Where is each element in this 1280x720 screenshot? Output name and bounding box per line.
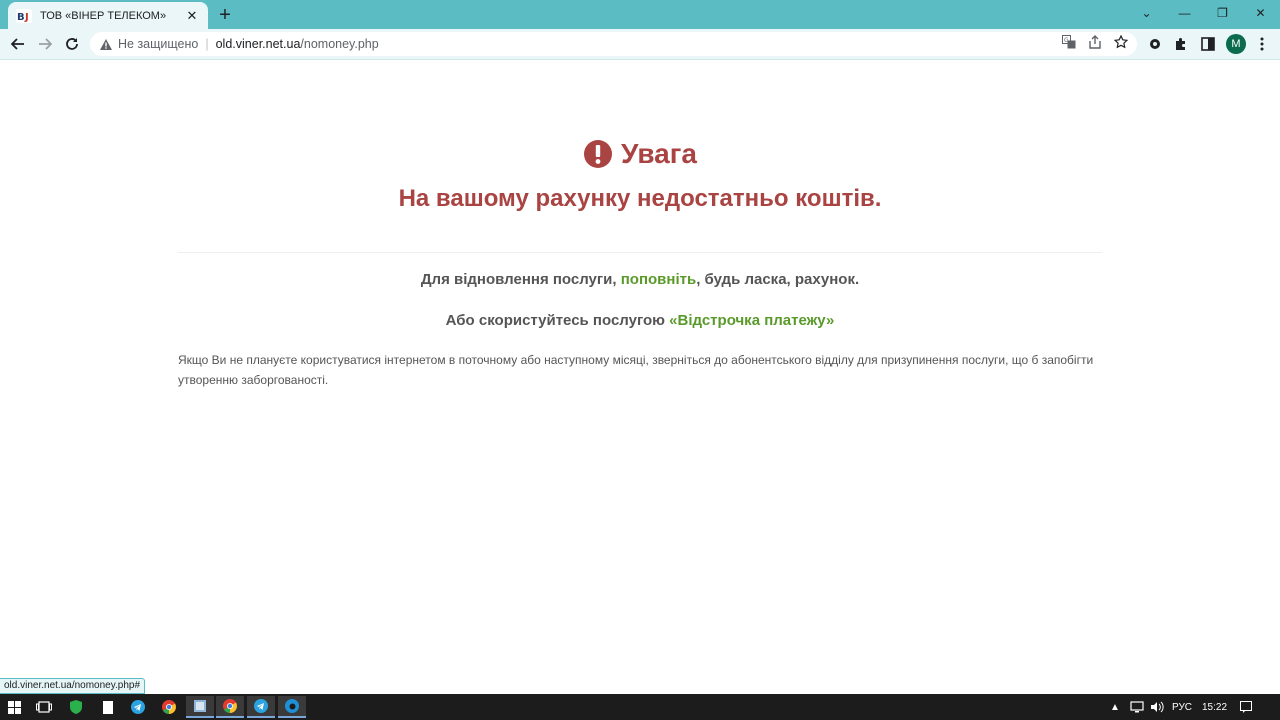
notifications-icon[interactable] [1240, 694, 1252, 720]
tab-title: ТОВ «ВІНЕР ТЕЛЕКОМ» [40, 9, 167, 22]
extensions-puzzle-icon[interactable] [1171, 34, 1191, 54]
minimize-button[interactable]: — [1166, 0, 1203, 26]
address-separator: | [205, 37, 209, 51]
volume-icon[interactable] [1150, 694, 1164, 720]
translate-icon[interactable]: G [1060, 33, 1078, 51]
shield-icon[interactable] [62, 696, 90, 718]
heading-text: Увага [620, 138, 697, 169]
warning-triangle-icon[interactable] [100, 38, 112, 50]
tab-strip: В J ТОВ «ВІНЕР ТЕЛЕКОМ» ✕ + ⌄ — ❐ ✕ [0, 0, 1280, 29]
insufficient-funds-message: На вашому рахунку недостатньо коштів. [398, 185, 882, 212]
tab-close-icon[interactable]: ✕ [184, 8, 200, 24]
tab-search-icon[interactable]: ⌄ [1128, 0, 1165, 26]
security-status-label[interactable]: Не защищено [118, 37, 198, 51]
top-up-text-before: Для відновлення послуги, [420, 271, 621, 288]
page-content: Увага На вашому рахунку недостатньо кошт… [0, 60, 1280, 694]
reload-icon [66, 38, 78, 50]
arrow-left-icon [11, 38, 24, 50]
browser-toolbar: Не защищено | old.viner.net.ua/nomoney.p… [0, 29, 1280, 59]
top-up-link[interactable]: поповніть [621, 271, 696, 288]
svg-text:J: J [24, 12, 29, 23]
tray-overflow-icon[interactable]: ▲ [1110, 694, 1120, 720]
close-window-button[interactable]: ✕ [1242, 0, 1279, 26]
profile-avatar[interactable]: M [1226, 34, 1246, 54]
site-favicon-icon: В J [16, 8, 32, 24]
chrome-window-icon[interactable] [216, 696, 244, 718]
svg-text:В: В [17, 12, 25, 23]
file-manager-icon[interactable] [186, 696, 214, 718]
edge-window-icon[interactable] [278, 696, 306, 718]
share-icon[interactable] [1086, 33, 1104, 51]
link-status-bar: old.viner.net.ua/nomoney.php# [0, 678, 146, 694]
forward-button[interactable] [33, 32, 57, 56]
telegram-window-icon[interactable] [247, 696, 275, 718]
deferred-payment-link[interactable]: «Відстрочка платежу» [669, 312, 834, 329]
top-up-instruction: Для відновлення послуги, поповніть, будь… [0, 271, 1280, 288]
maximize-button[interactable]: ❐ [1204, 0, 1241, 26]
bookmark-star-icon[interactable] [1112, 33, 1130, 51]
warning-heading: Увага [0, 138, 1280, 170]
deferred-payment-instruction: Або скористуйтесь послугою «Відстрочка п… [0, 312, 1280, 329]
address-bar[interactable]: Не защищено | old.viner.net.ua/nomoney.p… [90, 32, 1137, 56]
telegram-icon[interactable] [124, 696, 152, 718]
side-panel-icon[interactable] [1198, 34, 1218, 54]
browser-tab[interactable]: В J ТОВ «ВІНЕР ТЕЛЕКОМ» ✕ [8, 2, 208, 29]
deferred-text-before: Або скористуйтесь послугою [445, 312, 670, 329]
svg-text:G: G [1064, 37, 1069, 44]
top-up-text-after: , будь ласка, рахунок. [696, 271, 860, 288]
exclamation-circle-icon [583, 139, 613, 169]
suspension-note: Якщо Ви не плануєте користуватися інтерн… [178, 353, 1094, 387]
windows-taskbar: ▲ РУС 15:22 [0, 694, 1280, 720]
new-tab-button[interactable]: + [214, 4, 236, 26]
arrow-right-icon [39, 38, 52, 50]
windows-start-icon[interactable] [0, 696, 28, 718]
back-button[interactable] [6, 32, 30, 56]
task-view-icon[interactable] [30, 696, 58, 718]
input-language[interactable]: РУС [1172, 694, 1192, 720]
url-host[interactable]: old.viner.net.ua [216, 37, 301, 51]
extension-gear-icon[interactable] [1145, 34, 1165, 54]
notepad-icon[interactable] [94, 696, 122, 718]
clock-time[interactable]: 15:22 [1202, 694, 1227, 720]
chrome-icon[interactable] [155, 696, 183, 718]
menu-kebab-icon[interactable] [1252, 34, 1272, 54]
reload-button[interactable] [60, 32, 84, 56]
url-path[interactable]: /nomoney.php [300, 37, 378, 51]
content-divider [178, 252, 1102, 253]
network-icon[interactable] [1130, 694, 1144, 720]
